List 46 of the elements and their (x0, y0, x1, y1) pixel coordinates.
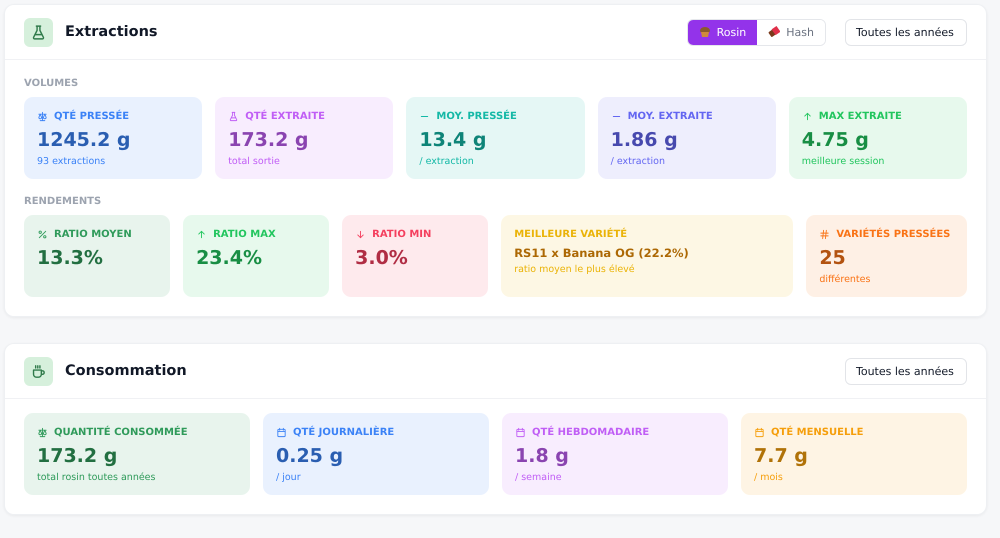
stat-value: 1.86 g (610, 128, 679, 153)
stat-label: RATIO MAX (213, 229, 276, 240)
stat-label: RATIO MOYEN (54, 229, 132, 240)
stat-caption: total rosin toutes années (37, 472, 156, 483)
stat-value: 13.3% (37, 246, 104, 271)
stat-label: RATIO MIN (372, 229, 432, 240)
stat-label: MOY. EXTRAITE (628, 111, 713, 122)
group-heading: VOLUMES (24, 78, 80, 89)
stat-value: 3.0% (355, 246, 409, 271)
stat-caption: / semaine (515, 472, 563, 483)
stat-value: 13.4 g (419, 128, 488, 153)
stat-value: 0.25 g (276, 444, 344, 469)
stat-caption: / jour (276, 472, 302, 483)
section-title: Extractions (65, 24, 159, 40)
stat-value: 23.4% (196, 246, 263, 271)
stat-label: QTÉ PRESSÉE (54, 111, 130, 122)
stat-caption: 93 extractions (37, 156, 106, 167)
stat-value: 173.2 g (228, 128, 310, 153)
stat-value: RS11 x Banana OG (22.2%) (514, 245, 690, 261)
stat-label: MAX EXTRAITE (818, 111, 902, 122)
stat-caption: meilleure session (802, 156, 886, 167)
year-select[interactable]: Toutes les années (845, 358, 967, 384)
stat-label: QTÉ JOURNALIÈRE (293, 427, 394, 438)
year-select[interactable]: Toutes les années (845, 18, 967, 46)
stat-label: QTÉ EXTRAITE (245, 111, 325, 122)
stat-value: 7.7 g (754, 444, 809, 469)
group-heading: RENDEMENTS (24, 196, 102, 207)
stat-label: QUANTITÉ CONSOMMÉE (54, 427, 188, 438)
stat-label: QTÉ HEBDOMADAIRE (532, 427, 650, 438)
stat-value: 1.8 g (515, 444, 570, 469)
stat-caption: / extraction (610, 156, 666, 167)
stat-label: QTÉ MENSUELLE (771, 427, 864, 438)
section-title: Consommation (65, 363, 188, 379)
stat-value: 173.2 g (37, 444, 118, 469)
stat-label: MEILLEURE VARIÉTÉ (514, 229, 628, 240)
stat-value: 1245.2 g (37, 128, 132, 153)
stat-caption: différentes (819, 274, 872, 285)
type-toggle[interactable]: Rosin (688, 20, 758, 44)
stat-label: VARIÉTÉS PRESSÉES (836, 229, 950, 240)
stat-caption: ratio moyen le plus élevé (514, 264, 636, 275)
stat-value: 4.75 g (802, 128, 870, 153)
stat-caption: total sortie (228, 156, 281, 167)
stat-label: MOY. PRESSÉE (436, 111, 517, 122)
stat-value: 25 (819, 246, 847, 271)
stat-caption: / extraction (419, 156, 475, 167)
stat-caption: / mois (754, 472, 784, 483)
